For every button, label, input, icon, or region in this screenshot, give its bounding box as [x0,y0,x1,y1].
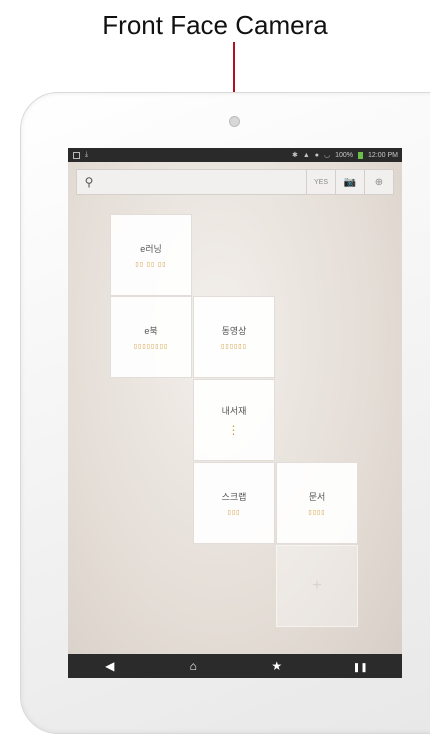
front-camera [229,116,240,127]
tile-subtitle: ▯▯▯▯ [308,510,326,516]
screenshot-icon [73,151,80,159]
globe-icon: ⊕ [374,176,384,188]
back-button[interactable]: ◀ [90,659,130,673]
menu-button[interactable]: ❚❚ [340,659,380,673]
wifi-icon: ◡ [324,152,331,159]
tile-subtitle: ▯▯▯▯▯▯ [221,344,247,350]
tile-subtitle: ▯▯▯▯▯▯▯▯ [133,344,169,350]
camera-icon: 📷 [343,176,357,188]
camera-search-button[interactable]: 📷 [335,170,364,194]
voice-search-icon: YES [313,178,328,186]
menu-icon: ❚❚ [352,662,368,672]
tile-elearning[interactable]: e러닝 ▯▯ ▯▯ ▯▯ [110,214,192,296]
search-bar: ⚲ YES 📷 ⊕ [76,169,394,195]
tile-subtitle: ▯▯▯ [227,510,241,516]
caption-front-face-camera: Front Face Camera [102,10,328,40]
tile-subtitle: ▯▯ ▯▯ ▯▯ [135,262,167,268]
add-tile-button[interactable]: + [276,545,358,627]
battery-percent: 100% [335,151,354,159]
clock: 12:00 PM [368,151,398,159]
status-bar: ⤓ ✱ ▲ ● ◡ 100% 12:00 PM [68,148,402,162]
web-search-button[interactable]: ⊕ [364,170,393,194]
tile-title: 동영상 [221,326,247,336]
voice-search-button[interactable]: YES [306,170,335,194]
home-button[interactable]: ⌂ [173,659,213,673]
favorites-button[interactable]: ★ [257,659,297,673]
lock-icon: ▲ [302,151,310,159]
tile-title: 스크랩 [221,492,247,502]
tile-title: e러닝 [140,244,162,254]
tablet-screen: ⤓ ✱ ▲ ● ◡ 100% 12:00 PM ⚲ YES 📷 ⊕ e러닝 ▯▯… [68,148,402,678]
battery-icon [358,151,364,159]
tile-title: 내서재 [221,405,247,416]
back-arrow-icon: ◀ [105,659,115,673]
search-input[interactable] [101,170,306,194]
plus-icon: + [312,577,322,594]
home-icon: ⌂ [189,659,197,673]
tile-title: 문서 [308,492,326,502]
tile-title: e북 [144,326,158,336]
tile-ebook[interactable]: e북 ▯▯▯▯▯▯▯▯ [110,296,192,378]
tile-subtitle: ⋮ [227,422,241,437]
navigation-bar: ◀ ⌂ ★ ❚❚ [68,654,402,678]
download-icon: ⤓ [85,151,89,158]
bluetooth-icon: ✱ [291,152,298,159]
tile-my-library[interactable]: 내서재 ⋮ [193,379,275,461]
sync-icon: ● [314,151,320,159]
star-icon: ★ [271,659,283,673]
tile-scrap[interactable]: 스크랩 ▯▯▯ [193,462,275,544]
search-icon[interactable]: ⚲ [77,175,101,189]
tile-video[interactable]: 동영상 ▯▯▯▯▯▯ [193,296,275,378]
tile-documents[interactable]: 문서 ▯▯▯▯ [276,462,358,544]
